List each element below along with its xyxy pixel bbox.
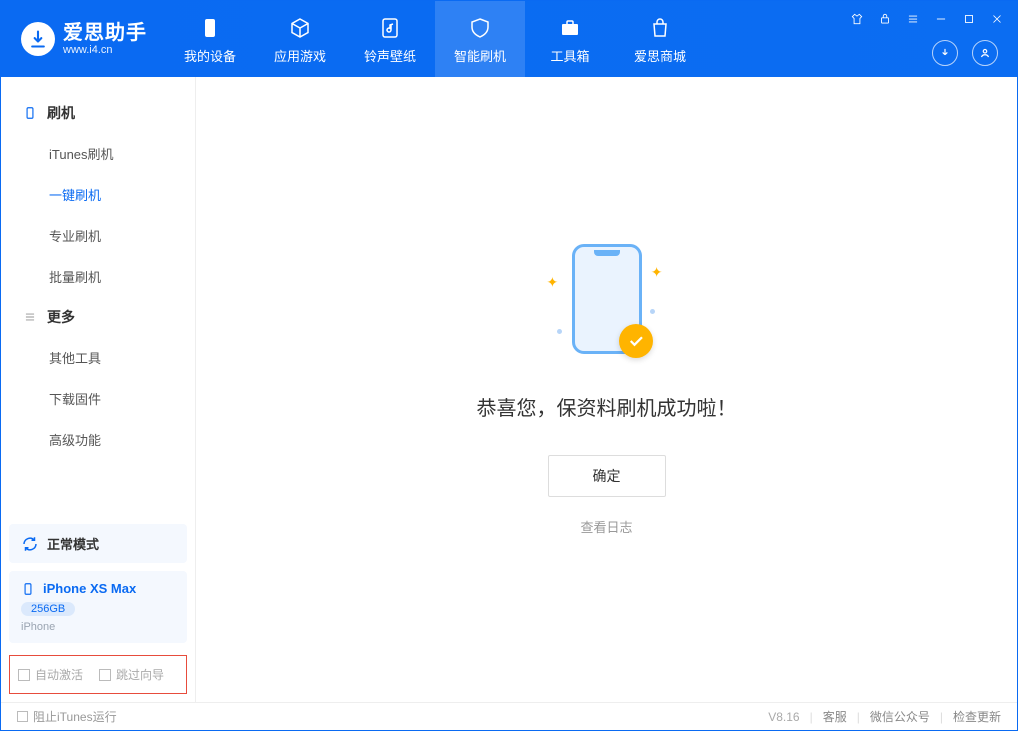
- checkbox-skip-guide[interactable]: 跳过向导: [99, 666, 164, 683]
- sidebar-item-itunes-flash[interactable]: iTunes刷机: [1, 133, 195, 174]
- checkbox-label: 阻止iTunes运行: [33, 708, 117, 725]
- tab-ringtones[interactable]: 铃声壁纸: [345, 1, 435, 77]
- tab-store[interactable]: 爱思商城: [615, 1, 705, 77]
- sidebar-item-batch-flash[interactable]: 批量刷机: [1, 256, 195, 297]
- tab-label: 智能刷机: [454, 46, 506, 65]
- sparkle-icon: ✦: [547, 274, 559, 291]
- tab-label: 我的设备: [184, 46, 236, 65]
- sparkle-icon: ✦: [651, 264, 663, 281]
- lock-icon[interactable]: [874, 8, 896, 30]
- refresh-icon: [21, 535, 39, 553]
- checkbox-label: 跳过向导: [116, 666, 164, 683]
- status-bar: 阻止iTunes运行 V8.16 | 客服 | 微信公众号 | 检查更新: [1, 702, 1017, 730]
- checkbox-label: 自动激活: [35, 666, 83, 683]
- dot-icon: [650, 309, 655, 314]
- header-right-icons: [932, 40, 998, 66]
- tab-flash[interactable]: 智能刷机: [435, 1, 525, 77]
- user-icon[interactable]: [972, 40, 998, 66]
- phone-icon: [21, 582, 35, 596]
- content-area: ✦ ✦ 恭喜您，保资料刷机成功啦！ 确定 查看日志: [196, 77, 1017, 702]
- minimize-button[interactable]: [930, 8, 952, 30]
- sidebar-group-flash: 刷机: [1, 93, 195, 133]
- device-name: iPhone XS Max: [43, 581, 136, 596]
- app-title: 爱思助手: [63, 22, 147, 44]
- view-log-link[interactable]: 查看日志: [580, 517, 632, 536]
- window-controls: [846, 8, 1008, 30]
- support-link[interactable]: 客服: [823, 708, 847, 725]
- cube-icon: [288, 14, 312, 42]
- download-icon[interactable]: [932, 40, 958, 66]
- sidebar-item-download-firmware[interactable]: 下载固件: [1, 378, 195, 419]
- shirt-icon[interactable]: [846, 8, 868, 30]
- success-message: 恭喜您，保资料刷机成功啦！: [477, 392, 737, 421]
- checkbox-icon: [17, 711, 28, 722]
- tab-label: 铃声壁纸: [364, 46, 416, 65]
- sidebar-item-advanced[interactable]: 高级功能: [1, 419, 195, 460]
- briefcase-icon: [558, 14, 582, 42]
- device-capacity: 256GB: [21, 602, 75, 616]
- ok-button[interactable]: 确定: [548, 455, 666, 497]
- check-badge-icon: [619, 324, 653, 358]
- sidebar-item-other-tools[interactable]: 其他工具: [1, 337, 195, 378]
- checkbox-block-itunes[interactable]: 阻止iTunes运行: [17, 708, 117, 725]
- sidebar-item-pro-flash[interactable]: 专业刷机: [1, 215, 195, 256]
- checkbox-icon: [99, 669, 111, 681]
- group-title: 更多: [47, 307, 75, 327]
- nav-tabs: 我的设备 应用游戏 铃声壁纸 智能刷机 工具箱 爱思商城: [165, 1, 705, 77]
- sidebar-item-oneclick-flash[interactable]: 一键刷机: [1, 174, 195, 215]
- sidebar: 刷机 iTunes刷机 一键刷机 专业刷机 批量刷机 更多 其他工具 下载固件 …: [1, 77, 196, 702]
- close-button[interactable]: [986, 8, 1008, 30]
- tab-apps[interactable]: 应用游戏: [255, 1, 345, 77]
- success-illustration: ✦ ✦: [527, 244, 687, 364]
- menu-icon[interactable]: [902, 8, 924, 30]
- version-label: V8.16: [768, 710, 799, 724]
- tab-label: 爱思商城: [634, 46, 686, 65]
- music-icon: [378, 14, 402, 42]
- shield-icon: [468, 14, 492, 42]
- maximize-button[interactable]: [958, 8, 980, 30]
- bag-icon: [648, 14, 672, 42]
- app-subtitle: www.i4.cn: [63, 44, 147, 56]
- phone-icon: [23, 106, 37, 120]
- sidebar-group-more: 更多: [1, 297, 195, 337]
- mode-card[interactable]: 正常模式: [9, 524, 187, 563]
- tab-my-device[interactable]: 我的设备: [165, 1, 255, 77]
- tab-label: 工具箱: [550, 46, 589, 65]
- highlighted-options: 自动激活 跳过向导: [9, 655, 187, 694]
- logo-area: 爱思助手 www.i4.cn: [1, 22, 165, 56]
- tab-label: 应用游戏: [274, 46, 326, 65]
- checkbox-auto-activate[interactable]: 自动激活: [18, 666, 83, 683]
- tab-toolbox[interactable]: 工具箱: [525, 1, 615, 77]
- device-type: iPhone: [21, 621, 175, 633]
- device-card[interactable]: iPhone XS Max 256GB iPhone: [9, 571, 187, 643]
- dot-icon: [557, 329, 562, 334]
- list-icon: [23, 310, 37, 324]
- app-logo-icon: [21, 22, 55, 56]
- check-update-link[interactable]: 检查更新: [953, 708, 1001, 725]
- group-title: 刷机: [47, 103, 75, 123]
- mode-label: 正常模式: [47, 534, 99, 553]
- checkbox-icon: [18, 669, 30, 681]
- wechat-link[interactable]: 微信公众号: [870, 708, 930, 725]
- phone-icon: [198, 14, 222, 42]
- header-bar: 爱思助手 www.i4.cn 我的设备 应用游戏 铃声壁纸 智能刷机 工具箱 爱…: [1, 1, 1017, 77]
